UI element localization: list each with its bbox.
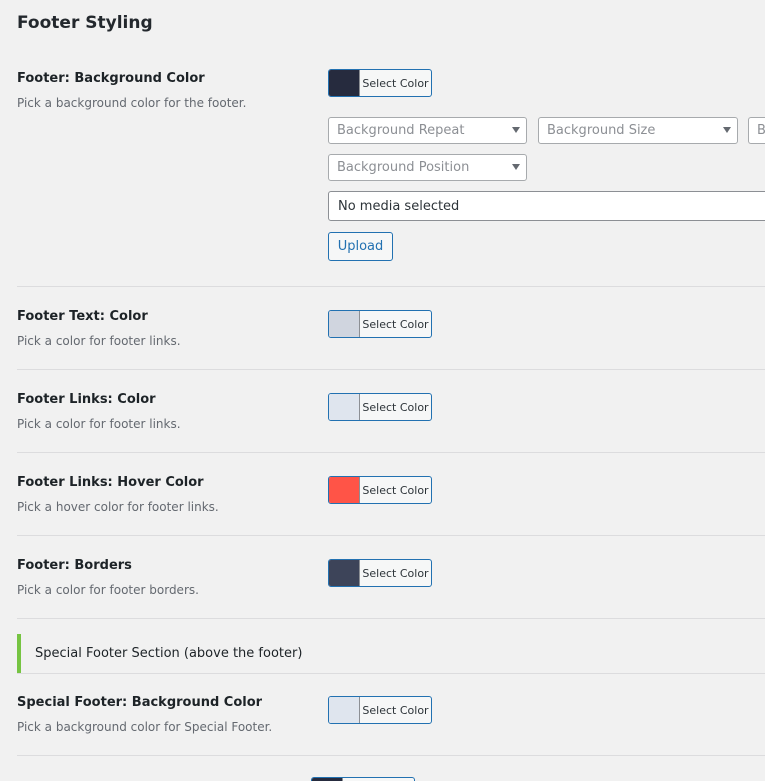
chevron-down-icon: [512, 164, 520, 170]
field-description: Pick a color for footer borders.: [17, 583, 199, 597]
divider: [17, 618, 765, 619]
select-color-button[interactable]: Select Color: [328, 69, 432, 97]
divider: [17, 755, 765, 756]
select-color-label: Select Color: [362, 76, 429, 90]
divider: [17, 673, 765, 674]
color-swatch: [329, 70, 360, 96]
chevron-down-icon: [512, 127, 520, 133]
field-label: Footer: Background Color: [17, 71, 205, 86]
color-swatch: [329, 560, 360, 586]
select-value: B: [757, 123, 765, 138]
page-title: Footer Styling: [17, 13, 153, 33]
select-color-button[interactable]: Select Color: [328, 310, 432, 338]
field-description: Pick a background color for the footer.: [17, 96, 247, 110]
section-heading: Special Footer Section (above the footer…: [35, 646, 303, 661]
divider: [17, 286, 765, 287]
field-label: Footer: Borders: [17, 558, 132, 573]
background-attachment-select[interactable]: B: [748, 117, 765, 144]
select-color-button-partial[interactable]: [311, 777, 415, 781]
field-label: Footer Links: Color: [17, 392, 156, 407]
media-status: No media selected: [338, 198, 460, 214]
color-swatch: [329, 477, 360, 503]
select-color-button[interactable]: Select Color: [328, 393, 432, 421]
select-color-label: Select Color: [362, 317, 429, 331]
background-position-select[interactable]: Background Position: [328, 154, 527, 181]
background-size-select[interactable]: Background Size: [538, 117, 738, 144]
select-color-button[interactable]: Select Color: [328, 696, 432, 724]
select-color-label: Select Color: [362, 566, 429, 580]
divider: [17, 452, 765, 453]
select-color-button[interactable]: Select Color: [328, 476, 432, 504]
field-description: Pick a color for footer links.: [17, 334, 181, 348]
divider: [17, 535, 765, 536]
field-label: Special Footer: Background Color: [17, 695, 263, 710]
select-color-button[interactable]: Select Color: [328, 559, 432, 587]
divider: [17, 369, 765, 370]
select-value: Background Position: [337, 160, 470, 175]
section-marker: [17, 634, 21, 673]
color-swatch: [329, 394, 360, 420]
color-swatch: [329, 697, 360, 723]
field-description: Pick a hover color for footer links.: [17, 500, 219, 514]
select-value: Background Size: [547, 123, 656, 138]
select-color-label: Select Color: [362, 483, 429, 497]
chevron-down-icon: [723, 127, 731, 133]
upload-button[interactable]: Upload: [328, 232, 393, 261]
color-swatch: [329, 311, 360, 337]
field-label: Footer Links: Hover Color: [17, 475, 204, 490]
select-color-label: Select Color: [362, 703, 429, 717]
field-description: Pick a background color for Special Foot…: [17, 720, 273, 734]
select-value: Background Repeat: [337, 123, 465, 138]
select-color-label: Select Color: [362, 400, 429, 414]
background-repeat-select[interactable]: Background Repeat: [328, 117, 527, 144]
media-url-field[interactable]: No media selected: [328, 191, 765, 221]
field-description: Pick a color for footer links.: [17, 417, 181, 431]
field-label: Footer Text: Color: [17, 309, 148, 324]
